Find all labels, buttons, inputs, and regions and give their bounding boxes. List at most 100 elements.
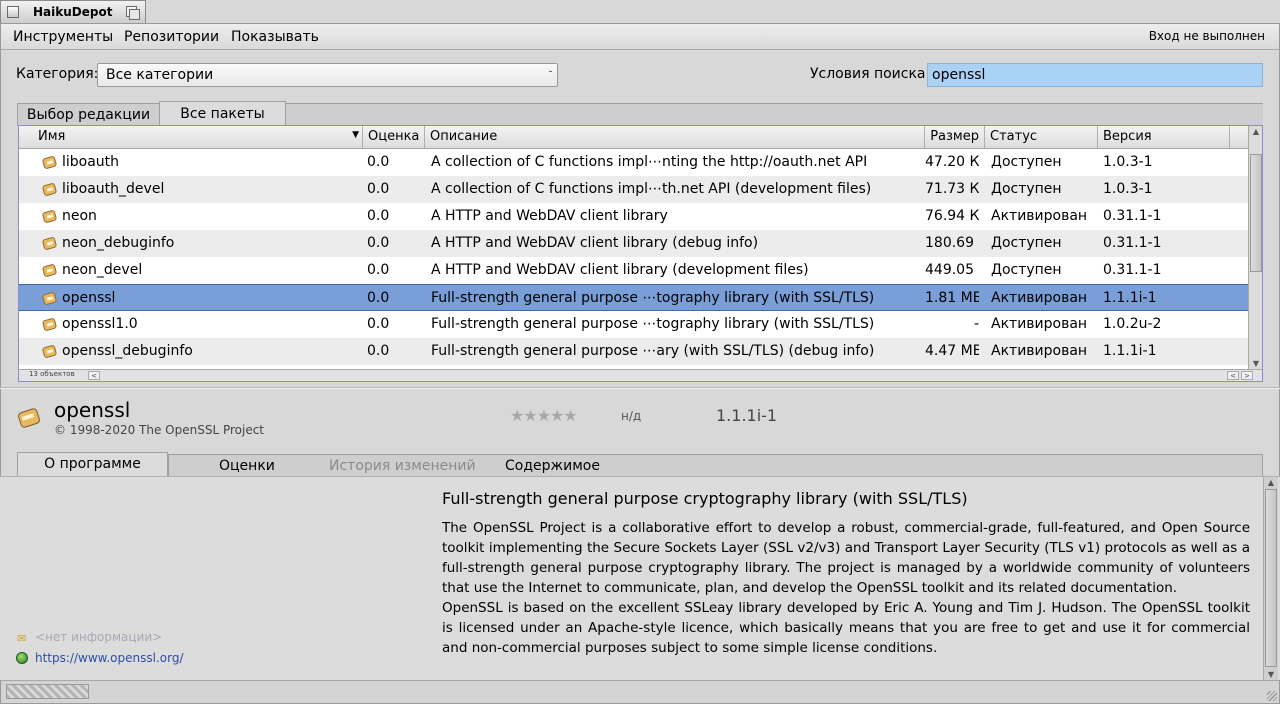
description-paragraph: The OpenSSL Project is a collaborative e… [442,520,1250,596]
scrollbar-thumb[interactable] [1265,489,1277,667]
column-name-label: Имя [38,129,66,144]
cell-description: A HTTP and WebDAV client library (develo… [431,262,809,278]
login-status-button[interactable]: Вход не выполнен [1149,29,1265,43]
cell-version: 1.0.2u-2 [1103,316,1162,332]
detail-tab-strip: Оценки История изменений Содержимое [168,454,1263,476]
package-summary: Full-strength general purpose cryptograp… [442,489,968,508]
table-row[interactable]: neon_debuginfo 0.0 A HTTP and WebDAV clien… [19,230,1249,257]
list-header: Имя ▼ Оценка Описание Размер Статус Верс… [19,126,1249,149]
scroll-up-icon[interactable]: ▲ [1250,127,1262,136]
table-row[interactable]: neon 0.0 A HTTP and WebDAV client library 7… [19,203,1249,230]
package-version: 1.1.1i-1 [716,406,778,425]
cell-rating: 0.0 [367,235,390,251]
item-count: 13 объектов [29,370,75,378]
cell-name: openssl [62,290,116,306]
resize-grip-icon[interactable] [1267,691,1277,701]
column-header-description[interactable]: Описание [425,126,925,148]
package-description: The OpenSSL Project is a collaborative e… [442,518,1250,658]
table-row[interactable]: liboauth_devel 0.0 A collection of C funct… [19,176,1249,203]
zoom-icon[interactable] [126,6,140,20]
package-publisher: © 1998-2020 The OpenSSL Project [54,423,265,437]
scroll-right-icon[interactable]: > [1241,371,1253,380]
close-icon[interactable] [7,6,19,18]
tab-contents[interactable]: Содержимое [505,458,600,474]
cell-name: liboauth_devel [62,181,165,197]
cell-status: Активирован [991,290,1088,306]
column-header-name[interactable]: Имя ▼ [33,126,363,148]
cell-description: A HTTP and WebDAV client library (debug … [431,235,759,251]
cell-size: 180.69 КБ [925,235,979,251]
rating-stars: ★★★★★ [510,406,578,425]
cell-version: 1.0.3-1 [1103,181,1153,197]
column-header-version[interactable]: Версия [1098,126,1230,148]
tab-ratings[interactable]: Оценки [219,458,275,474]
column-header-rating[interactable]: Оценка [363,126,425,148]
cell-description: Full-strength general purpose ⋯tography … [431,316,875,332]
status-bar [1,680,1279,703]
website-link[interactable]: https://www.openssl.org/ [35,651,184,665]
cell-rating: 0.0 [367,262,390,278]
package-icon [41,263,58,278]
cell-name: neon [62,208,97,224]
rating-value: н/д [621,409,642,423]
menu-show[interactable]: Показывать [231,29,319,45]
cell-status: Активирован [991,316,1088,332]
cell-size: - [973,316,979,332]
scroll-up-icon[interactable]: ▲ [1265,478,1277,487]
cell-rating: 0.0 [367,316,390,332]
package-title: openssl [54,398,131,422]
scrollbar-thumb[interactable] [1250,154,1262,272]
work-progress-indicator [6,684,89,699]
cell-name: openssl_debuginfo [62,343,193,359]
window-tab[interactable]: HaikuDepot [0,0,146,23]
category-value: Все категории [106,67,214,83]
table-row[interactable]: openssl 0.0 Full-strength general purpose … [19,284,1249,311]
tab-featured-packages[interactable]: Выбор редакции [17,103,160,126]
email-icon: ✉ [17,632,27,645]
category-dropdown[interactable]: Все категории ⁃ [97,63,558,87]
table-row[interactable]: openssl1.0 0.0 Full-strength general purpo… [19,311,1249,338]
tab-strip [286,103,1263,126]
menu-repositories[interactable]: Репозитории [124,29,219,45]
menu-tools[interactable]: Инструменты [13,29,113,45]
cell-size: 4.47 МБ [925,343,979,359]
cell-version: 1.1.1i-1 [1103,290,1157,306]
package-rows: liboauth 0.0 A collection of C functions i… [19,149,1249,365]
scroll-left-icon[interactable]: < [1227,371,1239,380]
list-scrollbar[interactable]: ▲ ▼ [1248,126,1262,369]
cell-size: 449.05 КБ [925,262,979,278]
cell-description: A HTTP and WebDAV client library [431,208,668,224]
package-list[interactable]: Имя ▼ Оценка Описание Размер Статус Верс… [18,125,1263,382]
cell-rating: 0.0 [367,208,390,224]
cell-rating: 0.0 [367,290,390,306]
table-row[interactable]: neon_devel 0.0 A HTTP and WebDAV client li… [19,257,1249,284]
cell-version: 1.0.3-1 [1103,154,1153,170]
scroll-left-icon[interactable]: < [88,371,100,380]
tab-changelog[interactable]: История изменений [329,458,476,474]
tab-about[interactable]: О программе [17,452,168,476]
package-icon [41,155,58,170]
email-info: <нет информации> [35,630,163,644]
tab-all-packages[interactable]: Все пакеты [159,101,286,126]
description-paragraph: OpenSSL is based on the excellent SSLeay… [442,600,1250,656]
column-header-status[interactable]: Статус [985,126,1098,148]
cell-status: Доступен [991,262,1062,278]
cell-status: Доступен [991,154,1062,170]
cell-name: neon_devel [62,262,143,278]
cell-size: 71.73 КБ [925,181,979,197]
column-header-size[interactable]: Размер [925,126,985,148]
menu-bar: Инструменты Репозитории Показывать Вход … [1,24,1279,50]
cell-size: 76.94 КБ [925,208,979,224]
scroll-down-icon[interactable]: ▼ [1265,670,1277,679]
description-scrollbar[interactable]: ▲ ▼ [1263,477,1278,680]
cell-status: Доступен [991,235,1062,251]
split-divider[interactable] [0,387,1280,389]
scroll-down-icon[interactable]: ▼ [1250,359,1262,368]
package-icon [41,344,58,359]
search-input[interactable] [927,63,1263,87]
cell-size: 47.20 КБ [925,154,979,170]
table-row[interactable]: liboauth 0.0 A collection of C functions i… [19,149,1249,176]
cell-version: 1.1.1i-1 [1103,343,1157,359]
cell-status: Активирован [991,208,1088,224]
table-row[interactable]: openssl_debuginfo 0.0 Full-strength genera… [19,338,1249,365]
